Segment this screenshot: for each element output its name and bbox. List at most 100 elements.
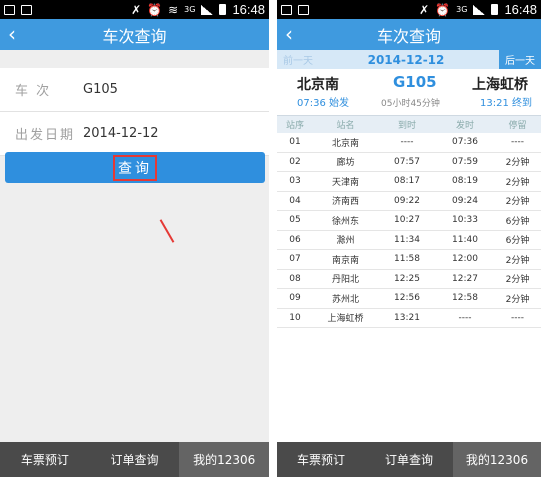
table-row: 09 苏州北 12:56 12:58 2分钟 (277, 289, 541, 309)
arrival-cell: 11:58 (394, 254, 420, 265)
selected-date: 2014-12-12 (367, 52, 445, 67)
image-notification-icon (281, 4, 292, 15)
stop-number-cell: 04 (289, 195, 301, 206)
clock: 16:48 (504, 2, 537, 17)
day-navigation: 前一天 2014-12-12 后一天 (277, 50, 541, 69)
table-row: 02 廊坊 07:57 07:59 2分钟 (277, 153, 541, 172)
tab-ticket-booking[interactable]: 车票预订 (277, 442, 365, 477)
battery-icon (491, 4, 499, 15)
origin-station: 北京南 (297, 77, 339, 93)
clock: 16:48 (232, 2, 265, 17)
departure-cell: 07:59 (452, 156, 478, 167)
signal-icon (473, 4, 486, 15)
tab-order-query[interactable]: 订单查询 (90, 442, 180, 477)
stopover-cell: 2分钟 (505, 197, 530, 208)
table-row: 08 丹阳北 12:25 12:27 2分钟 (277, 270, 541, 289)
stopover-cell: 2分钟 (505, 158, 530, 169)
departure-date-row[interactable]: 出发日期 2014-12-12 (0, 112, 269, 156)
train-number-row[interactable]: 车 次 G105 (0, 68, 269, 112)
left-screen: ✗ ⏰ ≋ 3G 16:48 ‹ 车次查询 车 次 G105 出发日期 2014… (0, 0, 269, 477)
tab-my-12306[interactable]: 我的12306 (453, 442, 541, 477)
stop-number-cell: 06 (289, 234, 301, 245)
station-cell: 南京南 (331, 255, 359, 266)
header-stopover: 停留 (508, 121, 527, 131)
departure-cell: 12:58 (452, 293, 478, 304)
status-bar: ✗ ⏰ 3G 16:48 (277, 0, 541, 19)
station-cell: 济南西 (331, 197, 359, 208)
table-row: 06 滁州 11:34 11:40 6分钟 (277, 231, 541, 250)
gallery-notification-icon (21, 4, 32, 15)
network-type: 3G (456, 5, 468, 14)
route-summary: 北京南 07:36 始发 G105 05小时45分钟 上海虹桥 13:21 终到 (277, 69, 541, 115)
station-cell: 丹阳北 (331, 275, 359, 286)
station-cell: 滁州 (336, 236, 355, 247)
arrival-cell: 10:27 (394, 215, 420, 226)
title-bar: ‹ 车次查询 (0, 19, 269, 50)
origin-time: 07:36 始发 (297, 98, 349, 109)
annotation-stroke (159, 219, 175, 243)
header-stop-number: 站序 (285, 121, 304, 131)
stop-number-cell: 01 (289, 137, 301, 148)
stopover-cell: 6分钟 (505, 216, 530, 227)
table-row: 10 上海虹桥 13:21 ---- ---- (277, 309, 541, 328)
tab-order-query[interactable]: 订单查询 (365, 442, 453, 477)
next-day-button[interactable]: 后一天 (498, 50, 541, 69)
table-row: 07 南京南 11:58 12:00 2分钟 (277, 250, 541, 270)
train-number-label: 车 次 (15, 84, 52, 99)
header-station: 站名 (336, 121, 355, 131)
departure-cell: 12:27 (452, 273, 478, 284)
destination-station: 上海虹桥 (472, 77, 528, 93)
timetable-body: 01 北京南 ---- 07:36 ---- 02 廊坊 07:57 07:59 2分钟 03 天津南… (277, 133, 541, 328)
train-number-input[interactable]: G105 (83, 82, 118, 97)
station-cell: 徐州东 (331, 216, 359, 227)
stopover-cell: 2分钟 (505, 294, 530, 305)
stop-number-cell: 02 (289, 156, 301, 167)
stopover-cell: ---- (511, 312, 524, 323)
timetable-header: 站序 站名 到时 发时 停留 (277, 115, 541, 133)
bottom-tab-bar: 车票预订 订单查询 我的12306 (277, 442, 541, 477)
travel-duration: 05小时45分钟 (381, 99, 440, 109)
right-screen: ✗ ⏰ 3G 16:48 ‹ 车次查询 前一天 2014-12-12 后一天 北… (277, 0, 541, 477)
station-cell: 苏州北 (331, 294, 359, 305)
gallery-notification-icon (298, 4, 309, 15)
table-row: 01 北京南 ---- 07:36 ---- (277, 133, 541, 153)
stop-number-cell: 09 (289, 293, 301, 304)
stop-number-cell: 03 (289, 176, 301, 187)
header-departure: 发时 (455, 121, 474, 131)
previous-day-button[interactable]: 前一天 (277, 52, 313, 67)
departure-cell: 12:00 (452, 254, 478, 265)
stopover-cell: 2分钟 (505, 177, 530, 188)
stopover-cell: 2分钟 (505, 275, 530, 286)
tab-my-12306[interactable]: 我的12306 (179, 442, 269, 477)
stopover-cell: ---- (511, 137, 524, 148)
arrival-cell: 07:57 (394, 156, 420, 167)
no-vibrate-icon: ✗ (131, 2, 142, 17)
network-type: 3G (184, 5, 196, 14)
alarm-icon: ⏰ (147, 2, 163, 17)
stop-number-cell: 10 (289, 312, 301, 323)
arrival-cell: 12:56 (394, 293, 420, 304)
departure-cell: ---- (458, 312, 472, 323)
station-cell: 天津南 (331, 177, 359, 188)
query-button[interactable]: 查询 (5, 152, 265, 183)
table-row: 04 济南西 09:22 09:24 2分钟 (277, 192, 541, 211)
back-chevron-icon[interactable]: ‹ (8, 22, 16, 46)
back-chevron-icon[interactable]: ‹ (285, 22, 293, 46)
train-number: G105 (393, 73, 437, 91)
stopover-cell: 2分钟 (505, 255, 530, 266)
wifi-icon: ≋ (168, 2, 179, 17)
alarm-icon: ⏰ (435, 2, 451, 17)
tab-ticket-booking[interactable]: 车票预订 (0, 442, 90, 477)
departure-cell: 10:33 (452, 215, 478, 226)
table-row: 05 徐州东 10:27 10:33 6分钟 (277, 211, 541, 231)
stopover-cell: 6分钟 (505, 236, 530, 247)
table-row: 03 天津南 08:17 08:19 2分钟 (277, 172, 541, 192)
arrival-cell: 11:34 (394, 234, 420, 245)
arrival-cell: 08:17 (394, 176, 420, 187)
header-arrival: 到时 (397, 121, 416, 131)
departure-date-input[interactable]: 2014-12-12 (83, 126, 159, 141)
battery-icon (219, 4, 227, 15)
arrival-cell: 13:21 (394, 312, 420, 323)
page-title: 车次查询 (102, 26, 167, 46)
arrival-cell: ---- (400, 137, 414, 148)
